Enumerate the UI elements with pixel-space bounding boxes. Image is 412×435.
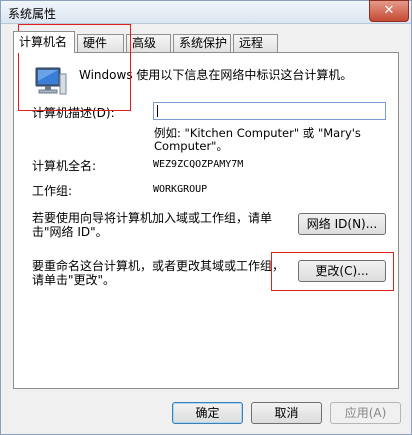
highlight-box-change xyxy=(271,252,394,291)
window-title: 系统属性 xyxy=(8,7,57,21)
text-cursor xyxy=(157,105,158,117)
full-name-label: 计算机全名: xyxy=(32,159,97,173)
system-properties-window: 系统属性 ✕ 计算机名 硬件 高级 系统保护 远程 Windows 使用以下信息… xyxy=(0,0,412,435)
tab-label: 远程 xyxy=(239,36,264,50)
tab-remote[interactable]: 远程 xyxy=(233,34,278,52)
tab-label: 计算机名 xyxy=(19,35,68,49)
tab-label: 系统保护 xyxy=(179,36,228,50)
close-icon: ✕ xyxy=(383,3,395,18)
tab-computer-name[interactable]: 计算机名 xyxy=(13,31,75,53)
network-id-text: 若要使用向导将计算机加入域或工作组，请单 击"网络 ID"。 xyxy=(32,211,292,239)
description-example: 例如: "Kitchen Computer" 或 "Mary's Compute… xyxy=(154,127,394,153)
tab-system-protection[interactable]: 系统保护 xyxy=(173,34,231,52)
example-line-2: Computer"。 xyxy=(154,139,228,153)
network-id-line-1: 若要使用向导将计算机加入域或工作组，请单 xyxy=(32,211,273,225)
workgroup-value: WORKGROUP xyxy=(153,184,208,195)
tab-advanced[interactable]: 高级 xyxy=(126,34,171,52)
ok-button[interactable]: 确定 xyxy=(172,402,243,424)
full-name-value: WEZ9ZCQOZPAMY7M xyxy=(153,159,244,170)
rename-text: 要重命名这台计算机，或者更改其域或工作组， 请单击"更改"。 xyxy=(32,259,292,287)
tab-label: 高级 xyxy=(132,36,157,50)
network-id-button[interactable]: 网络 ID(N)... xyxy=(298,213,386,235)
close-button[interactable]: ✕ xyxy=(369,0,409,22)
rename-line-1: 要重命名这台计算机，或者更改其域或工作组， xyxy=(32,259,285,273)
workgroup-label: 工作组: xyxy=(32,184,73,198)
apply-button[interactable]: 应用(A) xyxy=(330,402,401,424)
network-id-line-2: 击"网络 ID"。 xyxy=(32,225,108,239)
title-bar: 系统属性 ✕ xyxy=(1,0,411,24)
cancel-button[interactable]: 取消 xyxy=(251,402,322,424)
rename-line-2: 请单击"更改"。 xyxy=(32,273,116,287)
computer-description-input[interactable] xyxy=(153,102,386,120)
